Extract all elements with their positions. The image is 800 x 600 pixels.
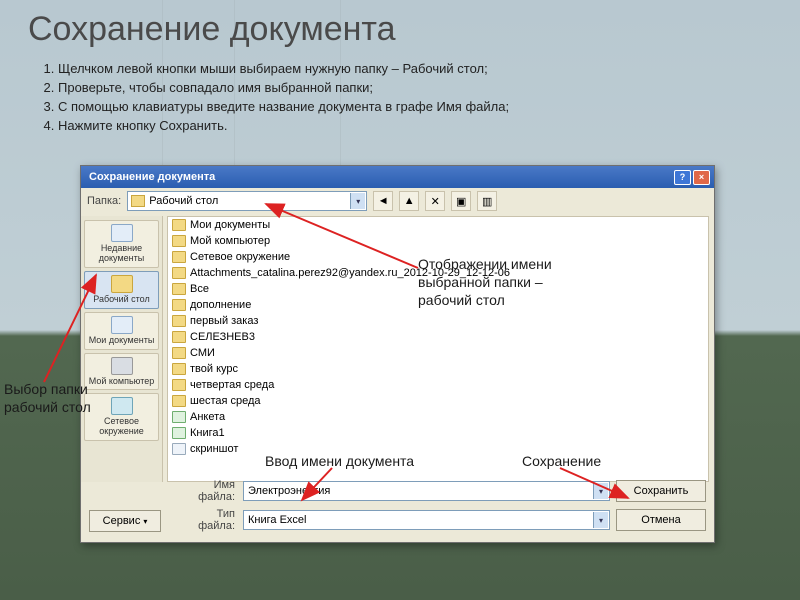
up-icon[interactable]: ▲	[399, 191, 419, 211]
step-1: Щелчком левой кнопки мыши выбираем нужну…	[58, 60, 770, 79]
list-item[interactable]: СМИ	[168, 345, 708, 361]
callout-save: Сохранение	[522, 452, 601, 470]
close-button[interactable]: ×	[693, 170, 710, 185]
slide-title: Сохранение документа	[28, 10, 396, 49]
place-label: Рабочий стол	[93, 295, 150, 305]
list-item[interactable]: Анкета	[168, 409, 708, 425]
file-name: Сетевое окружение	[190, 251, 290, 263]
dialog-title: Сохранение документа	[85, 171, 672, 183]
folder-icon	[172, 235, 186, 247]
place-label: Сетевое окружение	[87, 417, 156, 437]
place-1[interactable]: Рабочий стол	[84, 271, 159, 309]
file-name: шестая среда	[190, 395, 261, 407]
place-0[interactable]: Недавние документы	[84, 220, 159, 268]
chevron-down-icon[interactable]: ▾	[593, 483, 608, 499]
file-name: СМИ	[190, 347, 215, 359]
callout-filename: Ввод имени документа	[265, 452, 414, 470]
views-icon[interactable]: ▥	[477, 191, 497, 211]
file-icon	[172, 427, 186, 439]
list-item[interactable]: четвертая среда	[168, 377, 708, 393]
current-folder: Рабочий стол	[149, 195, 218, 207]
file-name: дополнение	[190, 299, 251, 311]
list-item[interactable]: скриншот	[168, 441, 708, 457]
file-name: четвертая среда	[190, 379, 274, 391]
folder-icon	[172, 251, 186, 263]
filetype-label: Тип файла:	[177, 508, 237, 532]
callout-places: Выбор папки рабочий стол	[4, 380, 114, 416]
delete-icon[interactable]: ✕	[425, 191, 445, 211]
titlebar[interactable]: Сохранение документа ? ×	[81, 166, 714, 188]
folder-icon	[172, 331, 186, 343]
folder-icon	[172, 363, 186, 375]
file-name: первый заказ	[190, 315, 258, 327]
filename-value: Электроэнергия	[248, 485, 330, 497]
place-label: Мои документы	[89, 336, 155, 346]
folder-icon	[172, 299, 186, 311]
back-icon[interactable]: ◄	[373, 191, 393, 211]
folder-icon	[111, 275, 133, 293]
save-dialog: Сохранение документа ? × Папка: Рабочий …	[80, 165, 715, 543]
folder-icon	[172, 347, 186, 359]
list-item[interactable]: Книга1	[168, 425, 708, 441]
folder-icon	[172, 315, 186, 327]
file-name: твой курс	[190, 363, 238, 375]
service-button[interactable]: Сервис▾	[89, 510, 161, 532]
folder-icon	[131, 195, 145, 207]
list-item[interactable]: твой курс	[168, 361, 708, 377]
list-item[interactable]: шестая среда	[168, 393, 708, 409]
step-2: Проверьте, чтобы совпадало имя выбранной…	[58, 79, 770, 98]
file-name: скриншот	[190, 443, 238, 455]
place-label: Недавние документы	[87, 244, 156, 264]
file-name: Мои документы	[190, 219, 270, 231]
folder-icon	[172, 379, 186, 391]
step-4: Нажмите кнопку Сохранить.	[58, 117, 770, 136]
doc-icon	[111, 224, 133, 242]
folder-icon	[172, 283, 186, 295]
list-item[interactable]: Мои документы	[168, 217, 708, 233]
folder-label: Папка:	[87, 195, 121, 207]
doc-icon	[111, 316, 133, 334]
filetype-dropdown[interactable]: Книга Excel ▾	[243, 510, 610, 530]
instructions-list: Щелчком левой кнопки мыши выбираем нужну…	[40, 60, 770, 135]
save-button[interactable]: Сохранить	[616, 480, 706, 502]
place-2[interactable]: Мои документы	[84, 312, 159, 350]
cancel-button[interactable]: Отмена	[616, 509, 706, 531]
service-label: Сервис	[103, 515, 141, 527]
list-item[interactable]: СЕЛЕЗНЕВ3	[168, 329, 708, 345]
help-button[interactable]: ?	[674, 170, 691, 185]
file-name: Книга1	[190, 427, 225, 439]
file-name: СЕЛЕЗНЕВ3	[190, 331, 255, 343]
folder-icon	[172, 219, 186, 231]
callout-folder-display: Отображении имени выбранной папки – рабо…	[418, 255, 598, 310]
chevron-down-icon[interactable]: ▾	[350, 193, 365, 209]
folder-icon	[172, 395, 186, 407]
file-name: Все	[190, 283, 209, 295]
comp-icon	[111, 357, 133, 375]
filetype-value: Книга Excel	[248, 514, 306, 526]
step-3: С помощью клавиатуры введите название до…	[58, 98, 770, 117]
folder-toolbar: Папка: Рабочий стол ▾ ◄ ▲ ✕ ▣ ▥	[81, 188, 714, 214]
folder-dropdown[interactable]: Рабочий стол ▾	[127, 191, 367, 211]
places-bar: Недавние документы Рабочий стол Мои докуме…	[81, 216, 163, 482]
file-icon	[172, 411, 186, 423]
file-name: Мой компьютер	[190, 235, 270, 247]
filename-input[interactable]: Электроэнергия ▾	[243, 481, 610, 501]
chevron-down-icon[interactable]: ▾	[593, 512, 608, 528]
filename-label: Имя файла:	[177, 479, 237, 503]
newfolder-icon[interactable]: ▣	[451, 191, 471, 211]
file-icon	[172, 443, 186, 455]
folder-icon	[172, 267, 186, 279]
list-item[interactable]: первый заказ	[168, 313, 708, 329]
file-name: Анкета	[190, 411, 225, 423]
list-item[interactable]: Мой компьютер	[168, 233, 708, 249]
